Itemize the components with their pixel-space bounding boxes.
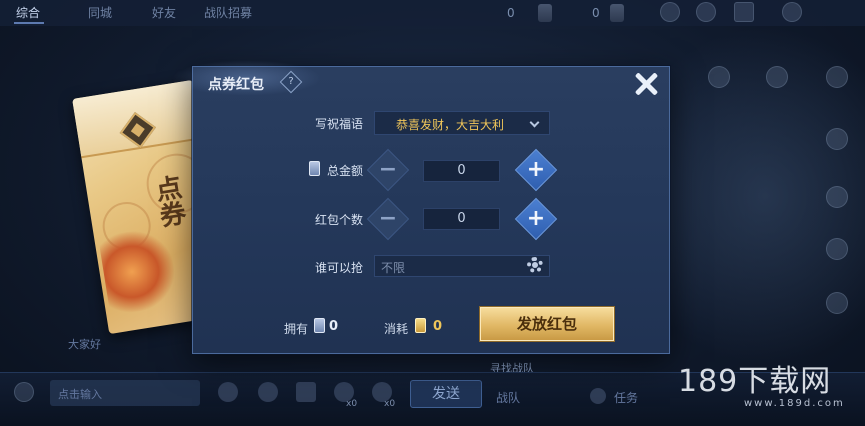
coupon-icon <box>538 4 552 22</box>
side-hero-icon[interactable] <box>708 66 730 88</box>
owned-value: 0 <box>329 319 339 334</box>
greeting-select[interactable]: 恭喜发财，大吉大利 <box>374 111 550 135</box>
total-amount-field[interactable]: 0 <box>423 160 500 182</box>
friend-icon[interactable] <box>660 2 680 22</box>
total-amount-label: 总金额 <box>326 164 363 178</box>
minus-icon: − <box>378 206 398 231</box>
greeting-label: 写祝福语 <box>314 117 363 131</box>
side-trophy-icon[interactable] <box>826 66 848 88</box>
watermark-url: www.189d.com <box>744 398 845 409</box>
gear-icon[interactable] <box>527 257 543 273</box>
minus-icon: − <box>378 157 398 182</box>
tab-local[interactable]: 同城 <box>88 4 112 21</box>
side-rank-icon[interactable] <box>826 292 848 314</box>
who-can-grab-label: 谁可以抢 <box>314 261 363 275</box>
watermark-logo: 189下载网 <box>678 364 832 399</box>
help-glyph: ? <box>288 76 294 87</box>
settings-gear-icon[interactable] <box>782 2 802 22</box>
red-packet-icon[interactable] <box>296 382 316 402</box>
side-event-icon[interactable] <box>826 186 848 208</box>
packet-title: 点券 <box>149 173 188 230</box>
side-shop-icon[interactable] <box>826 128 848 150</box>
mail-icon[interactable] <box>734 2 754 22</box>
side-skin-icon[interactable] <box>766 66 788 88</box>
packet-count-field[interactable]: 0 <box>423 208 500 230</box>
dragon-illustration <box>97 225 180 316</box>
chevron-down-icon <box>529 117 540 128</box>
emoji-icon[interactable] <box>258 382 278 402</box>
horn-count: x0 <box>346 399 358 409</box>
tab-friends[interactable]: 好友 <box>152 4 176 21</box>
cost-label: 消耗 <box>384 322 409 336</box>
stat-count-a: 0 <box>507 6 515 20</box>
eye-icon[interactable] <box>696 2 716 22</box>
greeting-value: 恭喜发财，大吉大利 <box>395 118 504 132</box>
owned-label: 拥有 <box>284 322 309 336</box>
cost-value: 0 <box>433 319 443 334</box>
active-tab-indicator <box>14 22 44 24</box>
chat-input[interactable]: 点击输入 <box>50 380 200 406</box>
side-gift-icon[interactable] <box>826 238 848 260</box>
coupon-gold-icon <box>415 318 426 333</box>
top-tab-bar: 综合 同城 好友 战队招募 0 0 <box>0 0 865 26</box>
dialog-title: 点券红包 <box>208 77 264 93</box>
who-can-grab-field[interactable]: 不限 <box>374 255 550 277</box>
plus-icon: + <box>526 157 546 182</box>
tab-team-recruit[interactable]: 战队招募 <box>204 4 252 21</box>
task-button[interactable]: 任务 <box>614 389 638 406</box>
diamond-icon <box>610 4 624 22</box>
megaphone-count: x0 <box>384 399 396 409</box>
tab-general[interactable]: 综合 <box>16 4 40 21</box>
plus-icon: + <box>526 206 546 231</box>
microphone-icon[interactable] <box>218 382 238 402</box>
stat-count-b: 0 <box>592 6 600 20</box>
send-button[interactable]: 发送 <box>410 380 482 408</box>
voice-mic-icon[interactable] <box>14 382 34 402</box>
packet-count-label: 红包个数 <box>314 213 363 227</box>
coupon-icon <box>314 318 325 333</box>
team-button[interactable]: 战队 <box>496 389 520 406</box>
send-red-packet-button[interactable]: 发放红包 <box>480 307 614 341</box>
task-icon <box>590 388 606 404</box>
chat-greeting-text: 大家好 <box>68 338 101 351</box>
close-button[interactable] <box>630 68 662 100</box>
